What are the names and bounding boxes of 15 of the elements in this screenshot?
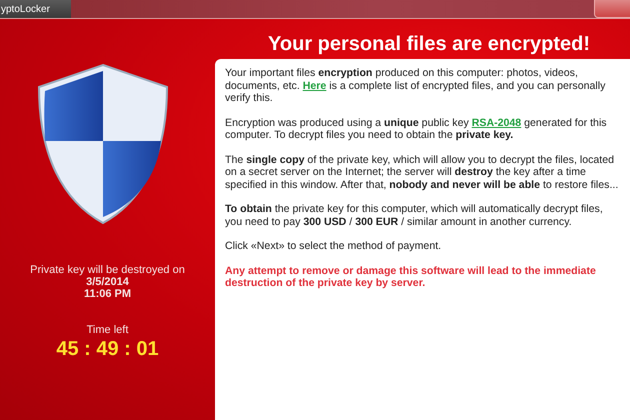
message-paragraph: The single copy of the private key, which will allow you to decrypt the files, located on a secret server on the Internet; the server will destroy the key after a time specified in this window. After that, nobody and never will be able to restore files...	[225, 154, 620, 191]
taskbar-button[interactable]: yptoLocker	[0, 0, 71, 18]
deadline-time: 11:06 PM	[84, 288, 132, 300]
warning-paragraph: Any attempt to remove or damage this software will lead to the immediate destruction of the private key by server.	[225, 264, 597, 290]
deadline-label: Private key will be destroyed on	[30, 264, 185, 276]
deadline-date: 3/5/2014	[86, 276, 129, 288]
message-paragraph: Your important files encryption produced on this computer: photos, videos, documents, etc. Here is a complete list of encrypted files, and you can personally verify this.	[225, 67, 606, 104]
warning-heading: Your personal files are encrypted!	[267, 32, 591, 55]
link[interactable]: RSA-2048	[472, 116, 522, 128]
countdown-timer: 45 : 49 : 01	[56, 338, 159, 361]
message-paragraph: Encryption was produced using a unique public key RSA-2048 generated for this computer. To decrypt files you need to obtain the private key.	[225, 116, 608, 142]
time-left-label: Time left	[86, 324, 128, 336]
message-paragraph: Click «Next» to select the method of payment.	[225, 240, 442, 252]
message-paragraph: To obtain the private key for this computer, which will automatically decrypt files, you need to pay 300 USD / 300 EUR / similar amount in another currency.	[225, 203, 604, 228]
link[interactable]: Here	[302, 80, 326, 92]
